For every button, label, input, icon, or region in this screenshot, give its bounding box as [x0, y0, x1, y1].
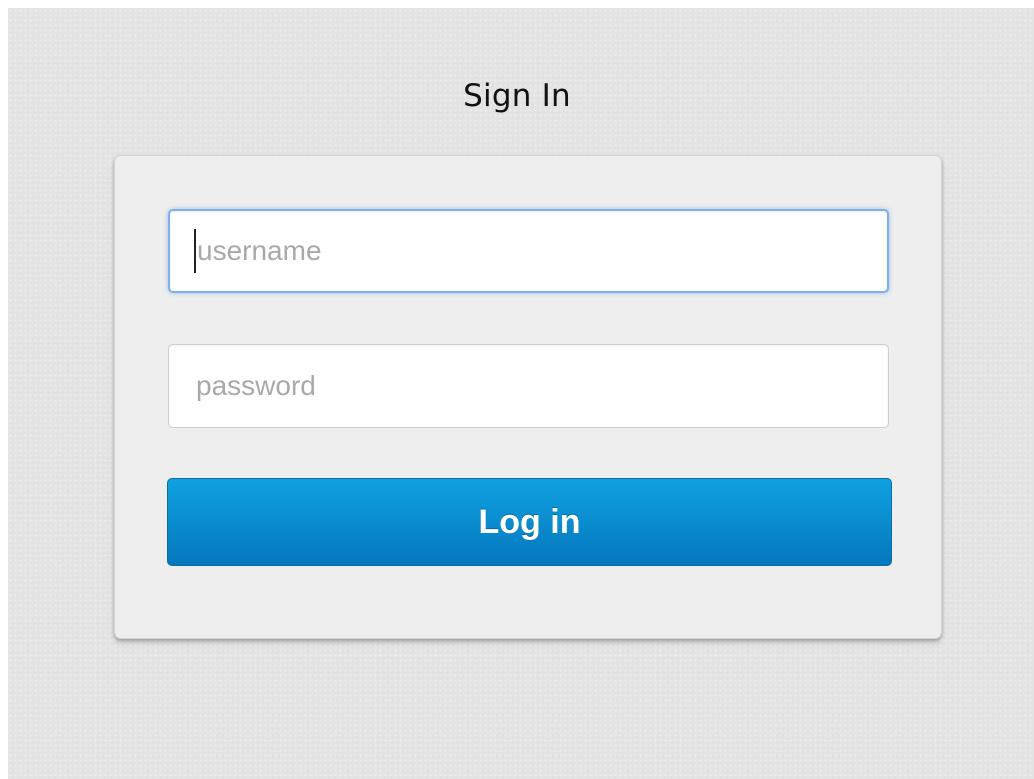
username-input[interactable] — [168, 209, 889, 293]
login-button[interactable]: Log in — [167, 478, 892, 566]
text-cursor — [194, 229, 196, 273]
login-card: Log in — [114, 155, 942, 639]
page-title: Sign In — [463, 78, 571, 114]
password-input[interactable] — [168, 344, 889, 428]
